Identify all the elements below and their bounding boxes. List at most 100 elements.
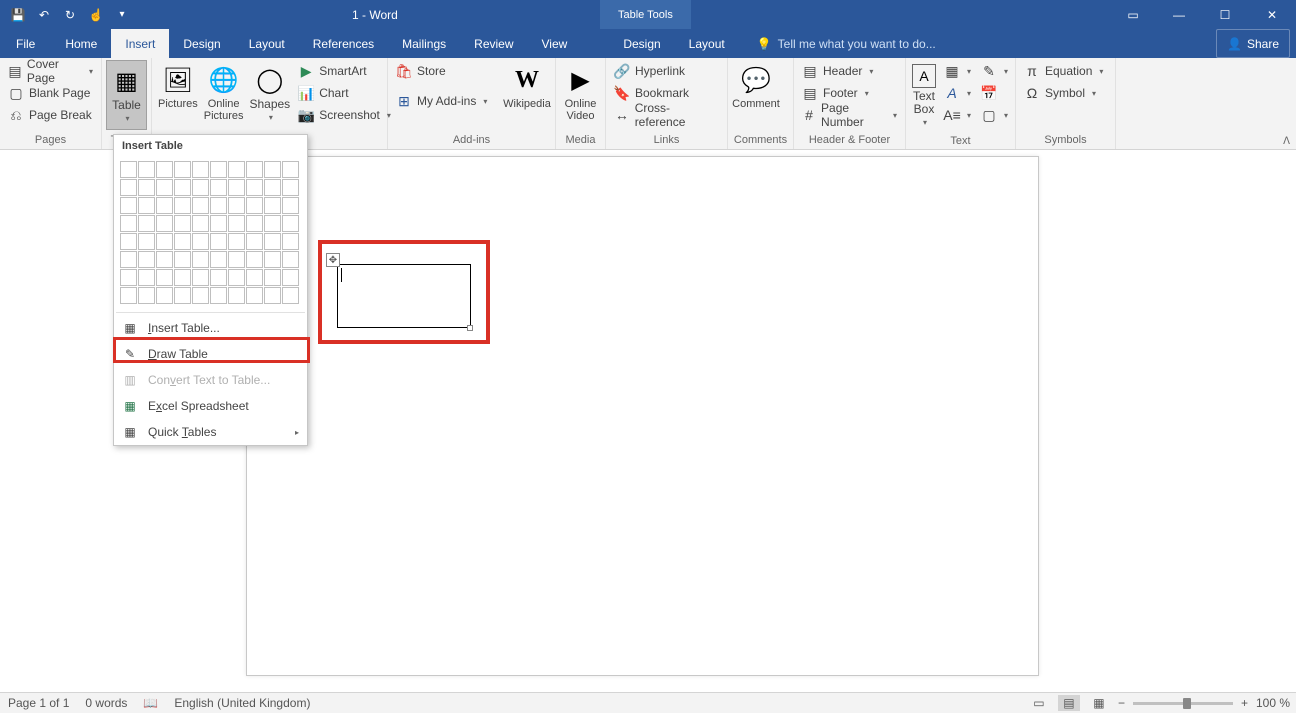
- blank-page-button[interactable]: ▢Blank Page: [4, 82, 97, 104]
- online-pictures-button[interactable]: 🌐Online Pictures: [202, 60, 246, 126]
- grid-cell[interactable]: [120, 197, 137, 214]
- grid-cell[interactable]: [156, 179, 173, 196]
- grid-cell[interactable]: [192, 251, 209, 268]
- quick-parts-button[interactable]: ▦▾: [940, 60, 975, 82]
- grid-cell[interactable]: [228, 233, 245, 250]
- grid-cell[interactable]: [264, 269, 281, 286]
- tab-design[interactable]: Design: [169, 29, 234, 58]
- grid-cell[interactable]: [138, 233, 155, 250]
- grid-cell[interactable]: [192, 233, 209, 250]
- maximize-icon[interactable]: ☐: [1202, 0, 1248, 29]
- grid-cell[interactable]: [246, 287, 263, 304]
- grid-cell[interactable]: [246, 269, 263, 286]
- table-size-grid[interactable]: [120, 161, 301, 304]
- table-move-handle[interactable]: ✥: [326, 253, 340, 267]
- tab-table-layout[interactable]: Layout: [675, 29, 739, 58]
- grid-cell[interactable]: [264, 251, 281, 268]
- grid-cell[interactable]: [228, 251, 245, 268]
- grid-cell[interactable]: [156, 197, 173, 214]
- grid-cell[interactable]: [120, 269, 137, 286]
- grid-cell[interactable]: [282, 251, 299, 268]
- spellcheck-icon[interactable]: 📖: [143, 696, 158, 710]
- text-box-button[interactable]: AText Box▾: [910, 60, 938, 133]
- grid-cell[interactable]: [174, 269, 191, 286]
- grid-cell[interactable]: [264, 161, 281, 178]
- menu-draw-table[interactable]: ✎Draw Table: [114, 341, 307, 367]
- grid-cell[interactable]: [264, 197, 281, 214]
- grid-cell[interactable]: [210, 215, 227, 232]
- grid-cell[interactable]: [210, 161, 227, 178]
- grid-cell[interactable]: [282, 233, 299, 250]
- tab-mailings[interactable]: Mailings: [388, 29, 460, 58]
- menu-insert-table[interactable]: ▦Insert Table...: [114, 315, 307, 341]
- view-read-mode[interactable]: ▭: [1028, 695, 1050, 711]
- grid-cell[interactable]: [264, 215, 281, 232]
- drop-cap-button[interactable]: A≡▾: [940, 104, 975, 126]
- tab-table-design[interactable]: Design: [609, 29, 674, 58]
- grid-cell[interactable]: [246, 179, 263, 196]
- grid-cell[interactable]: [228, 197, 245, 214]
- grid-cell[interactable]: [228, 215, 245, 232]
- tab-review[interactable]: Review: [460, 29, 527, 58]
- zoom-in-button[interactable]: +: [1241, 696, 1248, 710]
- grid-cell[interactable]: [246, 233, 263, 250]
- view-print-layout[interactable]: ▤: [1058, 695, 1080, 711]
- grid-cell[interactable]: [192, 269, 209, 286]
- screenshot-button[interactable]: 📷Screenshot▾: [294, 104, 395, 126]
- page-number-button[interactable]: #Page Number▾: [798, 104, 901, 126]
- grid-cell[interactable]: [192, 287, 209, 304]
- undo-icon[interactable]: ↶: [32, 3, 56, 27]
- grid-cell[interactable]: [264, 179, 281, 196]
- grid-cell[interactable]: [120, 287, 137, 304]
- grid-cell[interactable]: [138, 179, 155, 196]
- grid-cell[interactable]: [156, 215, 173, 232]
- menu-quick-tables[interactable]: ▦Quick Tables▸: [114, 419, 307, 445]
- grid-cell[interactable]: [210, 197, 227, 214]
- tab-home[interactable]: Home: [51, 29, 111, 58]
- grid-cell[interactable]: [246, 251, 263, 268]
- grid-cell[interactable]: [138, 269, 155, 286]
- page-break-button[interactable]: ⎌Page Break: [4, 104, 97, 126]
- equation-button[interactable]: πEquation▾: [1020, 60, 1107, 82]
- zoom-out-button[interactable]: −: [1118, 696, 1125, 710]
- tab-references[interactable]: References: [299, 29, 388, 58]
- tell-me-search[interactable]: 💡 Tell me what you want to do...: [757, 29, 936, 58]
- grid-cell[interactable]: [210, 251, 227, 268]
- date-time-button[interactable]: 📅: [977, 82, 1012, 104]
- grid-cell[interactable]: [192, 215, 209, 232]
- redo-icon[interactable]: ↻: [58, 3, 82, 27]
- pictures-button[interactable]: 🖼Pictures: [156, 60, 200, 114]
- grid-cell[interactable]: [246, 161, 263, 178]
- customize-qat-icon[interactable]: ▾: [110, 3, 134, 27]
- status-language[interactable]: English (United Kingdom): [174, 696, 310, 710]
- wikipedia-button[interactable]: WWikipedia: [503, 60, 551, 114]
- grid-cell[interactable]: [192, 179, 209, 196]
- grid-cell[interactable]: [264, 233, 281, 250]
- grid-cell[interactable]: [192, 161, 209, 178]
- collapse-ribbon-icon[interactable]: ᐱ: [1283, 136, 1290, 147]
- grid-cell[interactable]: [282, 161, 299, 178]
- tab-file[interactable]: File: [0, 29, 51, 58]
- grid-cell[interactable]: [246, 197, 263, 214]
- wordart-button[interactable]: A▾: [940, 82, 975, 104]
- status-page[interactable]: Page 1 of 1: [8, 696, 69, 710]
- grid-cell[interactable]: [228, 269, 245, 286]
- grid-cell[interactable]: [174, 179, 191, 196]
- touch-mode-icon[interactable]: ☝: [84, 3, 108, 27]
- grid-cell[interactable]: [210, 269, 227, 286]
- grid-cell[interactable]: [138, 251, 155, 268]
- store-button[interactable]: 🛍Store: [392, 60, 501, 82]
- object-button[interactable]: ▢▾: [977, 104, 1012, 126]
- grid-cell[interactable]: [192, 197, 209, 214]
- grid-cell[interactable]: [228, 287, 245, 304]
- zoom-level[interactable]: 100 %: [1256, 696, 1290, 710]
- grid-cell[interactable]: [282, 197, 299, 214]
- tab-insert[interactable]: Insert: [111, 29, 169, 58]
- grid-cell[interactable]: [210, 233, 227, 250]
- grid-cell[interactable]: [120, 215, 137, 232]
- grid-cell[interactable]: [138, 287, 155, 304]
- hyperlink-button[interactable]: 🔗Hyperlink: [610, 60, 723, 82]
- grid-cell[interactable]: [210, 179, 227, 196]
- header-button[interactable]: ▤Header▾: [798, 60, 901, 82]
- minimize-icon[interactable]: —: [1156, 0, 1202, 29]
